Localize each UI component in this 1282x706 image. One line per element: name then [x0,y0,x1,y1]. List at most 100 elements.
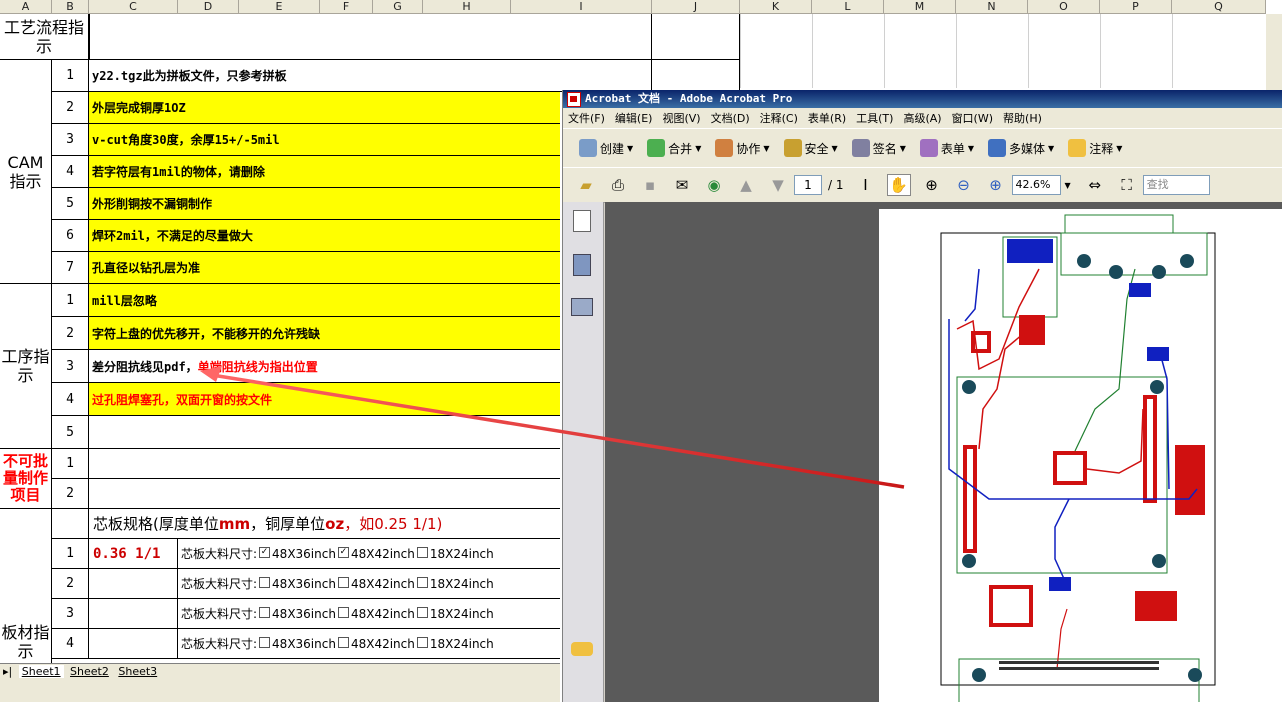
core-spec-value[interactable]: 0.36 1/1 [89,539,178,568]
cell-text[interactable]: 字符上盘的优先移开，不能移开的允许残缺 [89,317,560,349]
col-header-i[interactable]: I [511,0,652,14]
hand-tool-icon[interactable]: ✋ [886,174,911,196]
col-header-j[interactable]: J [652,0,740,14]
email-icon[interactable]: ✉ [671,175,693,195]
search-input[interactable]: 查找 [1142,175,1210,195]
menu-file[interactable]: 文件(F) [563,110,610,126]
table-row[interactable]: 3 差分阻抗线见pdf， 单端阻抗线为指出位置 [0,350,560,383]
col-header-d[interactable]: D [178,0,239,14]
zoom-dropdown-icon[interactable]: ▼ [1065,181,1071,190]
upload-icon[interactable]: ◉ [703,175,725,195]
cell-text[interactable]: 过孔阻焊塞孔，双面开窗的按文件 [89,383,560,415]
menu-forms[interactable]: 表单(R) [803,110,851,126]
checkbox-48x36[interactable] [259,637,271,648]
vertical-scrollbar[interactable] [1266,14,1282,94]
col-header-m[interactable]: M [884,0,956,14]
table-row[interactable]: 1 y22.tgz此为拼板文件，只参考拼板 [0,60,740,92]
col-header-b[interactable]: B [52,0,89,14]
col-header-h[interactable]: H [423,0,511,14]
comment-button[interactable]: 注释 ▼ [1064,139,1126,157]
page-number-input[interactable]: 1 [794,175,822,195]
cell-text[interactable]: 焊环2mil，不满足的尽量做大 [89,220,560,251]
menu-help[interactable]: 帮助(H) [998,110,1047,126]
table-row[interactable]: 芯板规格(厚度单位 mm ，铜厚单位 oz ，如0.25 1/1) [0,509,560,539]
table-row[interactable]: 2 芯板大料尺寸: 48X36inch 48X42inch 18X24inch [0,569,560,599]
checkbox-48x42[interactable] [337,637,349,648]
create-button[interactable]: 创建 ▼ [575,139,637,157]
open-folder-icon[interactable]: ▰ [575,175,597,195]
col-header-c[interactable]: C [89,0,178,14]
multimedia-button[interactable]: 多媒体 ▼ [984,139,1058,157]
table-row[interactable]: 5 外形削铜按不漏铜制作 [0,188,560,220]
fit-width-icon[interactable]: ⇔ [1084,175,1106,195]
secure-button[interactable]: 安全 ▼ [780,139,842,157]
save-icon[interactable]: ▪ [639,175,661,195]
table-row[interactable]: 6 焊环2mil，不满足的尽量做大 [0,220,560,252]
cell-text[interactable]: 若字符层有1mil的物体，请删除 [89,156,560,187]
pdf-page[interactable] [879,209,1282,704]
table-row[interactable]: 2 字符上盘的优先移开，不能移开的允许残缺 [0,317,560,350]
col-header-g[interactable]: G [373,0,423,14]
pages-icon[interactable] [573,210,591,232]
table-row[interactable]: 4 芯板大料尺寸: 48X36inch 48X42inch 18X24inch [0,629,560,659]
comments-pane-icon[interactable] [571,642,593,656]
menu-view[interactable]: 视图(V) [657,110,705,126]
combine-button[interactable]: 合并 ▼ [643,139,705,157]
prev-page-icon[interactable]: ▲ [735,175,757,195]
signatures-icon[interactable] [571,298,593,316]
checkbox-18x24[interactable] [416,607,428,618]
table-row[interactable]: 3 v-cut角度30度，余厚15+/-5mil [0,124,560,156]
checkbox-48x42[interactable]: ✓ [337,547,349,558]
checkbox-48x42[interactable] [337,607,349,618]
table-row[interactable]: 3 芯板大料尺寸: 48X36inch 48X42inch 18X24inch [0,599,560,629]
tab-sheet2[interactable]: Sheet2 [67,665,112,678]
checkbox-18x24[interactable] [416,547,428,558]
core-spec-value[interactable] [89,569,178,598]
menu-window[interactable]: 窗口(W) [947,110,998,126]
zoom-level[interactable]: 42.6% [1011,175,1061,195]
table-row[interactable]: 1 mill层忽略 [0,284,560,317]
table-row[interactable]: 2 [0,479,560,509]
checkbox-48x42[interactable] [337,577,349,588]
next-page-icon[interactable]: ▼ [767,175,789,195]
cell-text[interactable]: y22.tgz此为拼板文件，只参考拼板 [89,60,652,91]
checkbox-48x36[interactable] [259,607,271,618]
sign-button[interactable]: 签名 ▼ [848,139,910,157]
cell-text[interactable]: 差分阻抗线见pdf， 单端阻抗线为指出位置 [89,350,560,382]
collaborate-button[interactable]: 协作 ▼ [711,139,773,157]
col-header-q[interactable]: Q [1172,0,1266,14]
col-header-a[interactable]: A [0,0,52,14]
cell-text[interactable]: v-cut角度30度，余厚15+/-5mil [89,124,560,155]
col-header-o[interactable]: O [1028,0,1100,14]
tab-sheet3[interactable]: Sheet3 [115,665,160,678]
col-header-f[interactable]: F [320,0,373,14]
checkbox-18x24[interactable] [416,577,428,588]
checkbox-48x36[interactable]: ✓ [259,547,271,558]
cell-text[interactable]: 外形削铜按不漏铜制作 [89,188,560,219]
window-title-bar[interactable]: Acrobat 文档 - Adobe Acrobat Pro [563,90,1282,108]
table-row[interactable]: 1 [0,449,560,479]
bookmarks-icon[interactable] [573,254,591,276]
table-row[interactable]: 1 0.36 1/1 芯板大料尺寸: ✓ 48X36inch ✓ 48X42inch… [0,539,560,569]
print-icon[interactable]: ⎙ [607,175,629,195]
table-row[interactable]: 2 外层完成铜厚1OZ [0,92,560,124]
core-spec-value[interactable] [89,629,178,658]
zoom-tool-icon[interactable]: ⊕ [921,175,943,195]
col-header-e[interactable]: E [239,0,320,14]
menu-comments[interactable]: 注释(C) [755,110,803,126]
cell-text[interactable]: 孔直径以钻孔层为准 [89,252,560,283]
forms-button[interactable]: 表单 ▼ [916,139,978,157]
cell-text[interactable] [89,416,560,448]
zoom-out-icon[interactable]: ⊖ [953,175,975,195]
table-row[interactable]: 7 孔直径以钻孔层为准 [0,252,560,284]
checkbox-18x24[interactable] [416,637,428,648]
cell-text[interactable]: 外层完成铜厚1OZ [89,92,560,123]
cell-text[interactable]: mill层忽略 [89,284,560,316]
col-header-l[interactable]: L [812,0,884,14]
menu-tools[interactable]: 工具(T) [851,110,898,126]
col-header-k[interactable]: K [740,0,812,14]
tab-nav-icon[interactable]: ▸| [0,665,15,678]
menu-document[interactable]: 文档(D) [706,110,755,126]
col-header-p[interactable]: P [1100,0,1172,14]
fit-page-icon[interactable]: ⛶ [1116,175,1138,195]
